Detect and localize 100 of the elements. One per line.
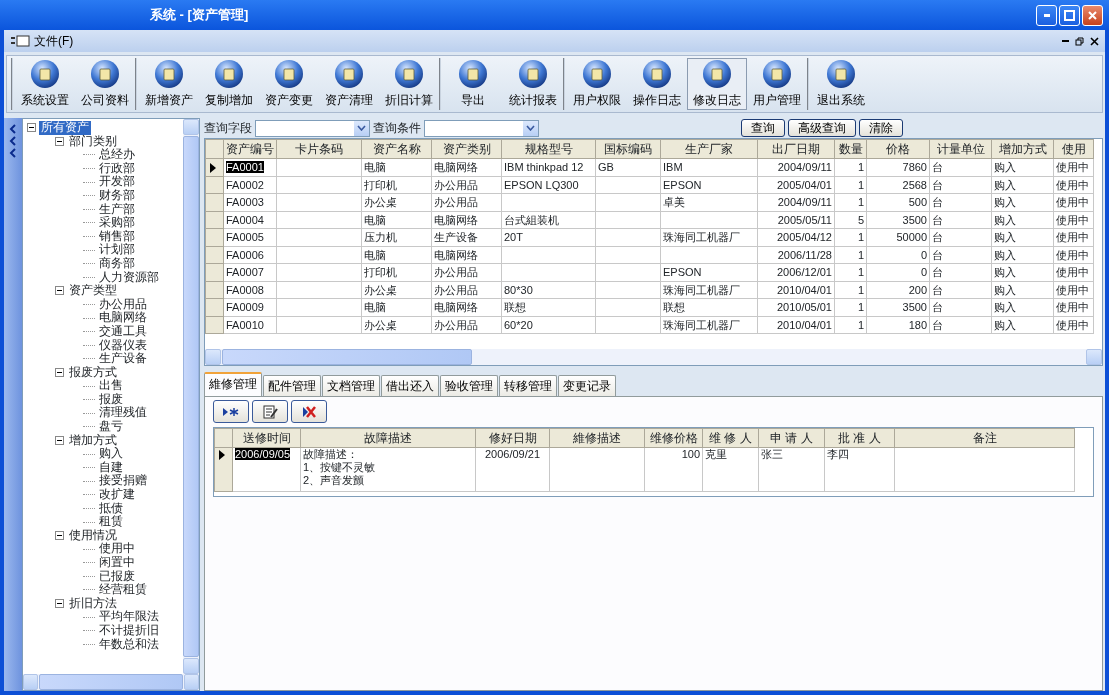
toolbar-button[interactable]: 修改日志 — [687, 58, 747, 110]
query-button[interactable]: 高级查询 — [788, 119, 856, 137]
tree-item[interactable]: 销售部 — [97, 229, 137, 244]
tree-item[interactable]: 生产设备 — [97, 352, 149, 366]
tab[interactable]: 变更记录 — [558, 375, 616, 396]
horizontal-scrollbar[interactable] — [205, 349, 1102, 365]
tree-item[interactable]: 商务部 — [97, 256, 137, 271]
toolbar-button[interactable]: 公司资料 — [75, 58, 135, 110]
toolbar-button[interactable]: 资产清理 — [319, 58, 379, 110]
tree-item[interactable]: 盘亏 — [97, 420, 125, 434]
toolbar-button[interactable]: 折旧计算 — [379, 58, 439, 110]
tree-item[interactable]: 电脑网络 — [97, 311, 149, 325]
toolbar-button[interactable]: 新增资产 — [139, 58, 199, 110]
tree-item[interactable]: 所有资产 — [39, 121, 91, 135]
collapse-icon[interactable] — [55, 435, 64, 445]
dropdown-field[interactable] — [255, 119, 370, 137]
toolbar-button[interactable]: 操作日志 — [627, 58, 687, 110]
horizontal-scrollbar[interactable] — [23, 674, 199, 690]
collapse-icon[interactable] — [55, 286, 64, 296]
tree-item[interactable]: 资产类型 — [67, 284, 119, 298]
column-header[interactable]: 备注 — [894, 428, 1075, 448]
column-header[interactable]: 送修时间 — [232, 428, 301, 448]
tree-item[interactable]: 计划部 — [97, 243, 137, 257]
tree-item[interactable]: 租赁 — [97, 515, 125, 529]
tree-item[interactable]: 抵债 — [97, 501, 125, 516]
tree-item[interactable]: 仪器仪表 — [97, 338, 149, 353]
toolbar-button[interactable]: 统计报表 — [503, 58, 563, 110]
collapse-icon[interactable] — [27, 123, 36, 133]
column-header[interactable]: 批 准 人 — [824, 428, 895, 448]
column-header[interactable]: 申 请 人 — [758, 428, 825, 448]
column-header[interactable]: 修好日期 — [475, 428, 550, 448]
toolbar-button[interactable]: 资产变更 — [259, 58, 319, 110]
column-header[interactable]: 价格 — [866, 139, 930, 159]
column-header[interactable]: 出厂日期 — [757, 139, 835, 159]
toolbar-button[interactable]: 复制增加 — [199, 58, 259, 110]
column-header[interactable]: 生产厂家 — [660, 139, 758, 159]
column-header[interactable]: 规格型号 — [501, 139, 596, 159]
minimize-button[interactable] — [1036, 4, 1057, 26]
tree-item[interactable]: 闲置中 — [97, 556, 137, 570]
tree-item[interactable]: 财务部 — [97, 188, 137, 203]
toolbar-button[interactable]: 系统设置 — [15, 58, 75, 110]
tree-item[interactable]: 增加方式 — [67, 433, 119, 448]
tab[interactable]: 維修管理 — [204, 372, 262, 396]
maximize-button[interactable] — [1059, 4, 1080, 26]
tree-item[interactable]: 已报废 — [97, 569, 137, 584]
column-header[interactable]: 资产类别 — [431, 139, 502, 159]
column-header[interactable]: 使用 — [1053, 139, 1094, 159]
column-header[interactable]: 数量 — [834, 139, 867, 159]
tree-item[interactable]: 开发部 — [97, 175, 137, 189]
edit-button[interactable] — [252, 400, 288, 423]
column-header[interactable]: 卡片条码 — [276, 139, 362, 159]
tree-item[interactable]: 行政部 — [97, 161, 137, 176]
tree-item[interactable]: 自建 — [97, 460, 125, 475]
tree-item[interactable]: 办公用品 — [97, 297, 149, 312]
tree-item[interactable]: 清理残值 — [97, 406, 149, 421]
tree-item[interactable]: 采购部 — [97, 216, 137, 230]
tree-item[interactable]: 接受捐赠 — [97, 474, 149, 489]
tree-item[interactable]: 使用中 — [97, 542, 137, 556]
tree-item[interactable]: 不计提折旧 — [97, 623, 161, 638]
tree-item[interactable]: 经营租赁 — [97, 583, 149, 597]
column-header[interactable]: 增加方式 — [991, 139, 1054, 159]
tab[interactable]: 转移管理 — [499, 375, 557, 396]
tree-item[interactable]: 总经办 — [97, 148, 137, 162]
collapse-icon[interactable] — [55, 136, 64, 146]
toolbar-button[interactable]: 用户权限 — [567, 58, 627, 110]
tab[interactable]: 借出还入 — [381, 375, 439, 396]
tree-item[interactable]: 报废 — [97, 392, 125, 407]
menu-item[interactable]: 文件(F) — [30, 32, 78, 50]
tree-item[interactable]: 部门类别 — [67, 134, 119, 149]
tab[interactable]: 配件管理 — [263, 375, 321, 396]
column-header[interactable]: 资产编号 — [223, 139, 277, 159]
tree-item[interactable]: 年数总和法 — [97, 637, 161, 652]
toolbar-button[interactable]: 用户管理 — [747, 58, 807, 110]
tree-item[interactable]: 改扩建 — [97, 488, 137, 502]
column-header[interactable]: 故障描述 — [300, 428, 476, 448]
tree-item[interactable]: 购入 — [97, 447, 125, 461]
column-header[interactable]: 国标编码 — [595, 139, 661, 159]
query-button[interactable]: 清除 — [859, 119, 903, 137]
new-record-button[interactable] — [213, 400, 249, 423]
tree-item[interactable]: 折旧方法 — [67, 596, 119, 611]
tree-item[interactable]: 生产部 — [97, 202, 137, 217]
collapse-icon[interactable] — [55, 531, 64, 541]
toolbar-button[interactable]: 退出系统 — [811, 58, 871, 110]
column-header[interactable]: 维修价格 — [644, 428, 703, 448]
delete-button[interactable] — [291, 400, 327, 423]
tab[interactable]: 验收管理 — [440, 375, 498, 396]
collapse-icon[interactable] — [55, 368, 64, 377]
column-header[interactable]: 计量单位 — [929, 139, 992, 159]
dropdown-field[interactable] — [424, 119, 539, 137]
tree-item[interactable]: 使用情况 — [67, 528, 119, 543]
toolbar-button[interactable]: 导出 — [443, 58, 503, 110]
column-header[interactable]: 资产名称 — [361, 139, 432, 159]
tree-item[interactable]: 出售 — [97, 379, 125, 393]
tree-item[interactable]: 报废方式 — [67, 365, 119, 380]
tab[interactable]: 文档管理 — [322, 375, 380, 396]
query-button[interactable]: 查询 — [741, 119, 785, 137]
column-header[interactable]: 维 修 人 — [702, 428, 759, 448]
close-button[interactable] — [1082, 4, 1103, 26]
vertical-scrollbar[interactable] — [183, 119, 199, 674]
collapse-icon[interactable] — [55, 599, 64, 609]
